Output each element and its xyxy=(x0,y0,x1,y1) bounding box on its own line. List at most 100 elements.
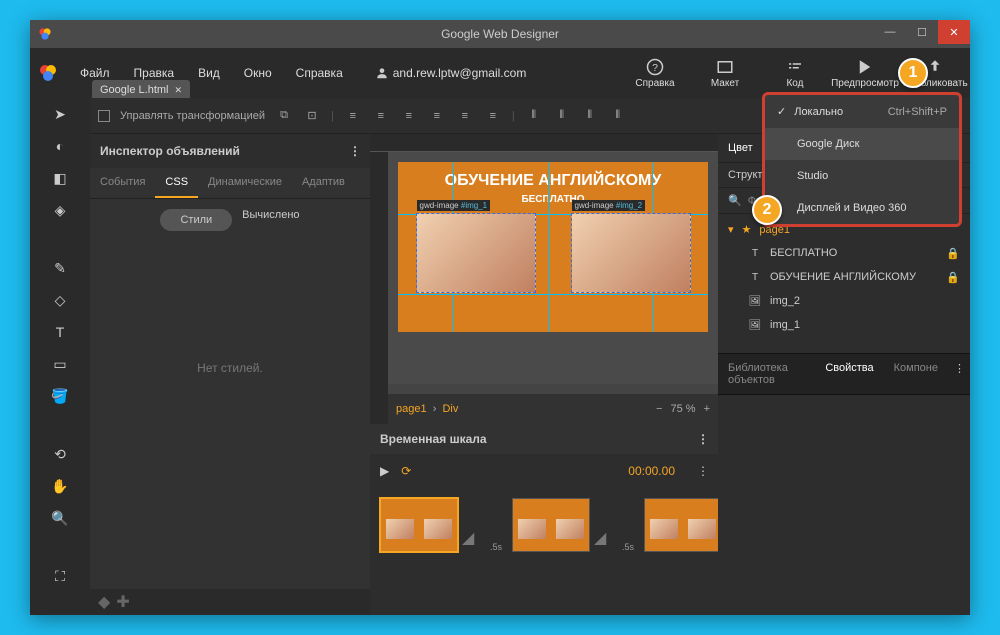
subtab-computed[interactable]: Вычислено xyxy=(242,209,299,231)
tab-events[interactable]: События xyxy=(90,168,155,198)
easing-icon[interactable]: ◢ xyxy=(594,528,618,552)
breadcrumb[interactable]: page1 › Div xyxy=(396,403,458,415)
distribute-icon[interactable]: ⦀ xyxy=(581,107,599,125)
zoom-controls: − 75 % + xyxy=(656,403,710,415)
inspector-panel: Инспектор объявлений ⋮ События CSS Динам… xyxy=(90,134,370,615)
tab-dynamic[interactable]: Динамические xyxy=(198,168,292,198)
check-icon: ✓ xyxy=(777,105,786,118)
align-bottom-icon[interactable]: ≡ xyxy=(484,107,502,125)
more-icon[interactable]: ⋮ xyxy=(948,354,970,394)
more-icon[interactable]: ⋮ xyxy=(697,432,708,446)
rotate-tool[interactable]: ⟲ xyxy=(50,444,70,464)
tag-tool[interactable]: ◈ xyxy=(50,200,70,220)
zoom-in-icon[interactable]: + xyxy=(704,403,710,415)
ad-creative[interactable]: ОБУЧЕНИЕ АНГЛИЙСКОМУ БЕСПЛАТНО gwd-image… xyxy=(398,162,708,332)
layout-button[interactable]: Макет xyxy=(690,58,760,89)
chevron-down-icon[interactable]: ▾ xyxy=(728,223,734,236)
zoom-out-icon[interactable]: − xyxy=(656,403,662,415)
align-right-icon[interactable]: ≡ xyxy=(400,107,418,125)
maximize-button[interactable]: ☐ xyxy=(906,20,938,44)
lock-icon[interactable]: 🔒 xyxy=(946,247,960,260)
code-button[interactable]: Код xyxy=(760,58,830,89)
tab-components[interactable]: Компоне xyxy=(884,354,948,394)
tab-properties[interactable]: Свойства xyxy=(815,354,883,394)
close-button[interactable]: ✕ xyxy=(938,20,970,44)
document-tab[interactable]: Google L.html ✕ xyxy=(92,80,190,100)
subtab-styles[interactable]: Стили xyxy=(160,209,232,231)
tab-css[interactable]: CSS xyxy=(155,168,198,198)
tree-item[interactable]: 🖼 img_1 xyxy=(718,313,970,337)
ad-image-1[interactable]: gwd-image #img_1 xyxy=(416,213,536,293)
hand-tool[interactable]: ✋ xyxy=(50,476,70,496)
add-icon[interactable]: ✚ xyxy=(116,592,129,612)
menu-view[interactable]: Вид xyxy=(186,66,232,80)
menu-edit[interactable]: Правка xyxy=(122,66,187,80)
tree-item[interactable]: T БЕСПЛАТНО 🔒 xyxy=(718,241,970,265)
timeline-header: Временная шкала ⋮ xyxy=(370,424,718,454)
menu-help[interactable]: Справка xyxy=(284,66,355,80)
rect-tool[interactable]: ▭ xyxy=(50,354,70,374)
pen-tool[interactable]: ✎ xyxy=(50,258,70,278)
app-icon xyxy=(38,27,52,41)
tree-item[interactable]: 🖼 img_2 xyxy=(718,289,970,313)
timeline-timecode: 00:00.00 xyxy=(628,464,675,478)
selection-tool[interactable]: ➤ xyxy=(50,104,70,124)
distribute-icon[interactable]: ⦀ xyxy=(525,107,543,125)
minimize-button[interactable]: — xyxy=(874,20,906,44)
fill-tool[interactable]: 🪣 xyxy=(50,386,70,406)
ad-title[interactable]: ОБУЧЕНИЕ АНГЛИЙСКОМУ xyxy=(398,162,708,190)
distribute-icon[interactable]: ⦀ xyxy=(553,107,571,125)
fullscreen-tool[interactable]: ⛶ xyxy=(50,566,70,586)
outline-tree: ▾ ★ page1 T БЕСПЛАТНО 🔒 T ОБУЧЕНИЕ АНГЛИ… xyxy=(718,214,970,341)
align-top-icon[interactable]: ≡ xyxy=(428,107,446,125)
transform-checkbox[interactable] xyxy=(98,110,110,122)
publish-drive[interactable]: Google Диск xyxy=(765,128,959,160)
transform-tool[interactable]: ◐ xyxy=(50,136,70,156)
user-account[interactable]: and.rew.lptw@gmail.com xyxy=(375,66,527,80)
zoom-tool[interactable]: 🔍 xyxy=(50,508,70,528)
preview-button[interactable]: Предпросмотр xyxy=(830,58,900,89)
tool-palette: ➤ ◐ ◧ ◈ ✎ ◇ T ▭ 🪣 ⟲ ✋ 🔍 ⛶ xyxy=(30,98,90,615)
lock-icon[interactable]: 🔒 xyxy=(946,271,960,284)
transform-label: Управлять трансформацией xyxy=(120,110,265,122)
document-tabs: Google L.html ✕ xyxy=(92,80,190,100)
window-controls: — ☐ ✕ xyxy=(874,20,970,44)
zoom-value: 75 % xyxy=(670,403,695,415)
publish-local[interactable]: ✓ Локально Ctrl+Shift+P xyxy=(765,95,959,128)
help-button[interactable]: ? Справка xyxy=(620,58,690,89)
tab-close-icon[interactable]: ✕ xyxy=(174,85,182,96)
shape-tool[interactable]: ◇ xyxy=(50,290,70,310)
text-tool[interactable]: T xyxy=(50,322,70,342)
menu-file[interactable]: Файл xyxy=(68,66,122,80)
align-left-icon[interactable]: ≡ xyxy=(344,107,362,125)
ad-image-2[interactable]: gwd-image #img_2 xyxy=(571,213,691,293)
publish-studio[interactable]: Studio xyxy=(765,160,959,192)
align-icon[interactable]: ⊡ xyxy=(303,107,321,125)
loop-icon[interactable]: ⟳ xyxy=(401,464,411,478)
keyframe-thumb[interactable] xyxy=(380,498,458,552)
keyframe-thumb[interactable] xyxy=(512,498,590,552)
align-center-icon[interactable]: ≡ xyxy=(372,107,390,125)
add-icon[interactable]: ◆ xyxy=(98,592,110,612)
inspector-tabs: События CSS Динамические Адаптив xyxy=(90,168,370,199)
more-icon[interactable]: ⋮ xyxy=(697,464,708,478)
stage[interactable]: ОБУЧЕНИЕ АНГЛИЙСКОМУ БЕСПЛАТНО gwd-image… xyxy=(388,152,718,384)
cube-tool[interactable]: ◧ xyxy=(50,168,70,188)
stage-statusbar: page1 › Div − 75 % + xyxy=(388,394,718,424)
tab-adaptive[interactable]: Адаптив xyxy=(292,168,355,198)
align-icon[interactable]: ⧉ xyxy=(275,107,293,125)
tab-library[interactable]: Библиотека объектов xyxy=(718,354,815,394)
more-icon[interactable]: ⋮ xyxy=(349,144,360,158)
align-middle-icon[interactable]: ≡ xyxy=(456,107,474,125)
menu-window[interactable]: Окно xyxy=(232,66,284,80)
distribute-icon[interactable]: ⦀ xyxy=(609,107,627,125)
inspector-header: Инспектор объявлений ⋮ xyxy=(90,134,370,168)
inspector-subtabs: Стили Вычислено xyxy=(90,199,370,241)
publish-display360[interactable]: Дисплей и Видео 360 xyxy=(765,192,959,224)
image-icon: 🖼 xyxy=(748,318,762,332)
keyframe-thumb[interactable] xyxy=(644,498,722,552)
easing-icon[interactable]: ◢ xyxy=(462,528,486,552)
tree-item[interactable]: T ОБУЧЕНИЕ АНГЛИЙСКОМУ 🔒 xyxy=(718,265,970,289)
tab-color[interactable]: Цвет xyxy=(718,134,763,162)
play-icon[interactable]: ▶ xyxy=(380,464,389,478)
